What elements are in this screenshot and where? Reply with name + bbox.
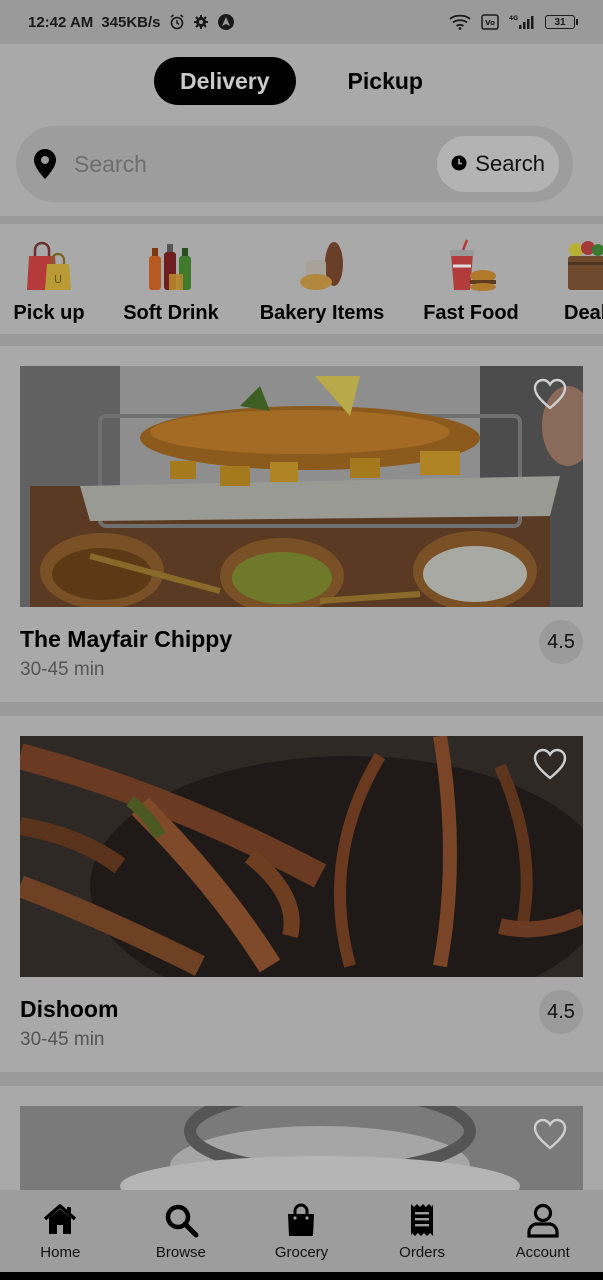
shopping-bag-icon: U xyxy=(21,238,77,294)
restaurant-card[interactable] xyxy=(0,1086,603,1190)
nav-home[interactable]: Home xyxy=(5,1202,115,1261)
shopping-bag-icon xyxy=(283,1202,319,1238)
gear-icon xyxy=(193,14,209,30)
category-strip: U Pick up Soft Drink Bakery Items Fast F… xyxy=(0,224,603,334)
rating-badge: 4.5 xyxy=(539,620,583,664)
svg-text:Vo: Vo xyxy=(485,19,495,27)
search-button-label: Search xyxy=(475,151,545,176)
nav-grocery[interactable]: Grocery xyxy=(246,1202,356,1261)
status-speed: 345KB/s xyxy=(101,13,161,31)
restaurant-card[interactable]: Dishoom 30-45 min 4.5 xyxy=(0,716,603,1072)
delivery-mode-toggle: Delivery Pickup xyxy=(0,56,603,106)
nav-orders[interactable]: Orders xyxy=(367,1202,477,1261)
section-divider xyxy=(0,334,603,346)
status-bar: 12:42 AM 345KB/s Vo 4G 31 xyxy=(0,0,603,44)
svg-text:U: U xyxy=(54,273,62,286)
nav-arrow-icon xyxy=(217,13,235,31)
volte-icon: Vo xyxy=(481,14,499,30)
pickup-button[interactable]: Pickup xyxy=(322,57,449,105)
signal-icon: 4G xyxy=(509,14,535,30)
fried-okra-photo[interactable] xyxy=(20,736,583,977)
section-divider xyxy=(0,1072,603,1086)
location-pin-icon[interactable] xyxy=(34,149,56,179)
category-deal[interactable]: Deal xyxy=(542,224,603,325)
alarm-icon xyxy=(169,14,185,30)
favorite-heart-icon[interactable] xyxy=(533,748,567,780)
grocery-basket-icon xyxy=(564,238,603,294)
restaurant-name: The Mayfair Chippy xyxy=(20,626,233,652)
svg-text:4G: 4G xyxy=(509,15,518,22)
category-soft-drink[interactable]: Soft Drink xyxy=(98,224,244,325)
search-icon xyxy=(163,1202,199,1238)
restaurant-name: Dishoom xyxy=(20,996,119,1022)
nav-label: Browse xyxy=(155,1243,206,1261)
delivery-time: 30-45 min xyxy=(20,659,105,680)
soft-drink-bottles-icon xyxy=(143,238,199,294)
fast-food-icon xyxy=(443,238,499,294)
wifi-icon xyxy=(449,14,471,30)
favorite-heart-icon[interactable] xyxy=(533,378,567,410)
nav-label: Grocery xyxy=(274,1243,329,1261)
delivery-time: 30-45 min xyxy=(20,1029,105,1050)
clock-icon xyxy=(451,151,467,177)
section-divider xyxy=(0,216,603,224)
nav-label: Orders xyxy=(399,1243,445,1261)
search-bar: Search xyxy=(16,126,573,202)
nav-browse[interactable]: Browse xyxy=(126,1202,236,1261)
category-label: Deal xyxy=(564,302,603,324)
battery-icon: 31 xyxy=(545,15,578,29)
category-label: Pick up xyxy=(13,302,85,324)
white-dish-photo[interactable] xyxy=(20,1106,583,1190)
battery-level: 31 xyxy=(554,16,566,28)
fish-and-chips-photo[interactable] xyxy=(20,366,583,607)
restaurant-card[interactable]: The Mayfair Chippy 30-45 min 4.5 xyxy=(0,346,603,702)
bottom-navigation: Home Browse Grocery Orders Account xyxy=(0,1190,603,1272)
category-label: Bakery Items xyxy=(259,302,385,324)
rating-badge: 4.5 xyxy=(539,990,583,1034)
home-icon xyxy=(42,1202,78,1238)
category-bakery-items[interactable]: Bakery Items xyxy=(244,224,400,325)
delivery-button[interactable]: Delivery xyxy=(154,57,296,105)
category-pick-up[interactable]: U Pick up xyxy=(0,224,98,325)
category-fast-food[interactable]: Fast Food xyxy=(400,224,542,325)
user-icon xyxy=(525,1202,561,1238)
favorite-heart-icon[interactable] xyxy=(533,1118,567,1150)
search-button[interactable]: Search xyxy=(437,136,559,192)
status-time: 12:42 AM xyxy=(28,13,94,31)
bakery-bread-icon xyxy=(294,238,350,294)
category-label: Fast Food xyxy=(423,302,519,324)
category-label: Soft Drink xyxy=(123,302,219,324)
receipt-icon xyxy=(404,1202,440,1238)
nav-label: Account xyxy=(515,1243,570,1261)
section-divider xyxy=(0,702,603,716)
nav-label: Home xyxy=(40,1243,81,1261)
gesture-bar xyxy=(0,1272,603,1280)
nav-account[interactable]: Account xyxy=(488,1202,598,1261)
search-input[interactable] xyxy=(74,150,438,178)
